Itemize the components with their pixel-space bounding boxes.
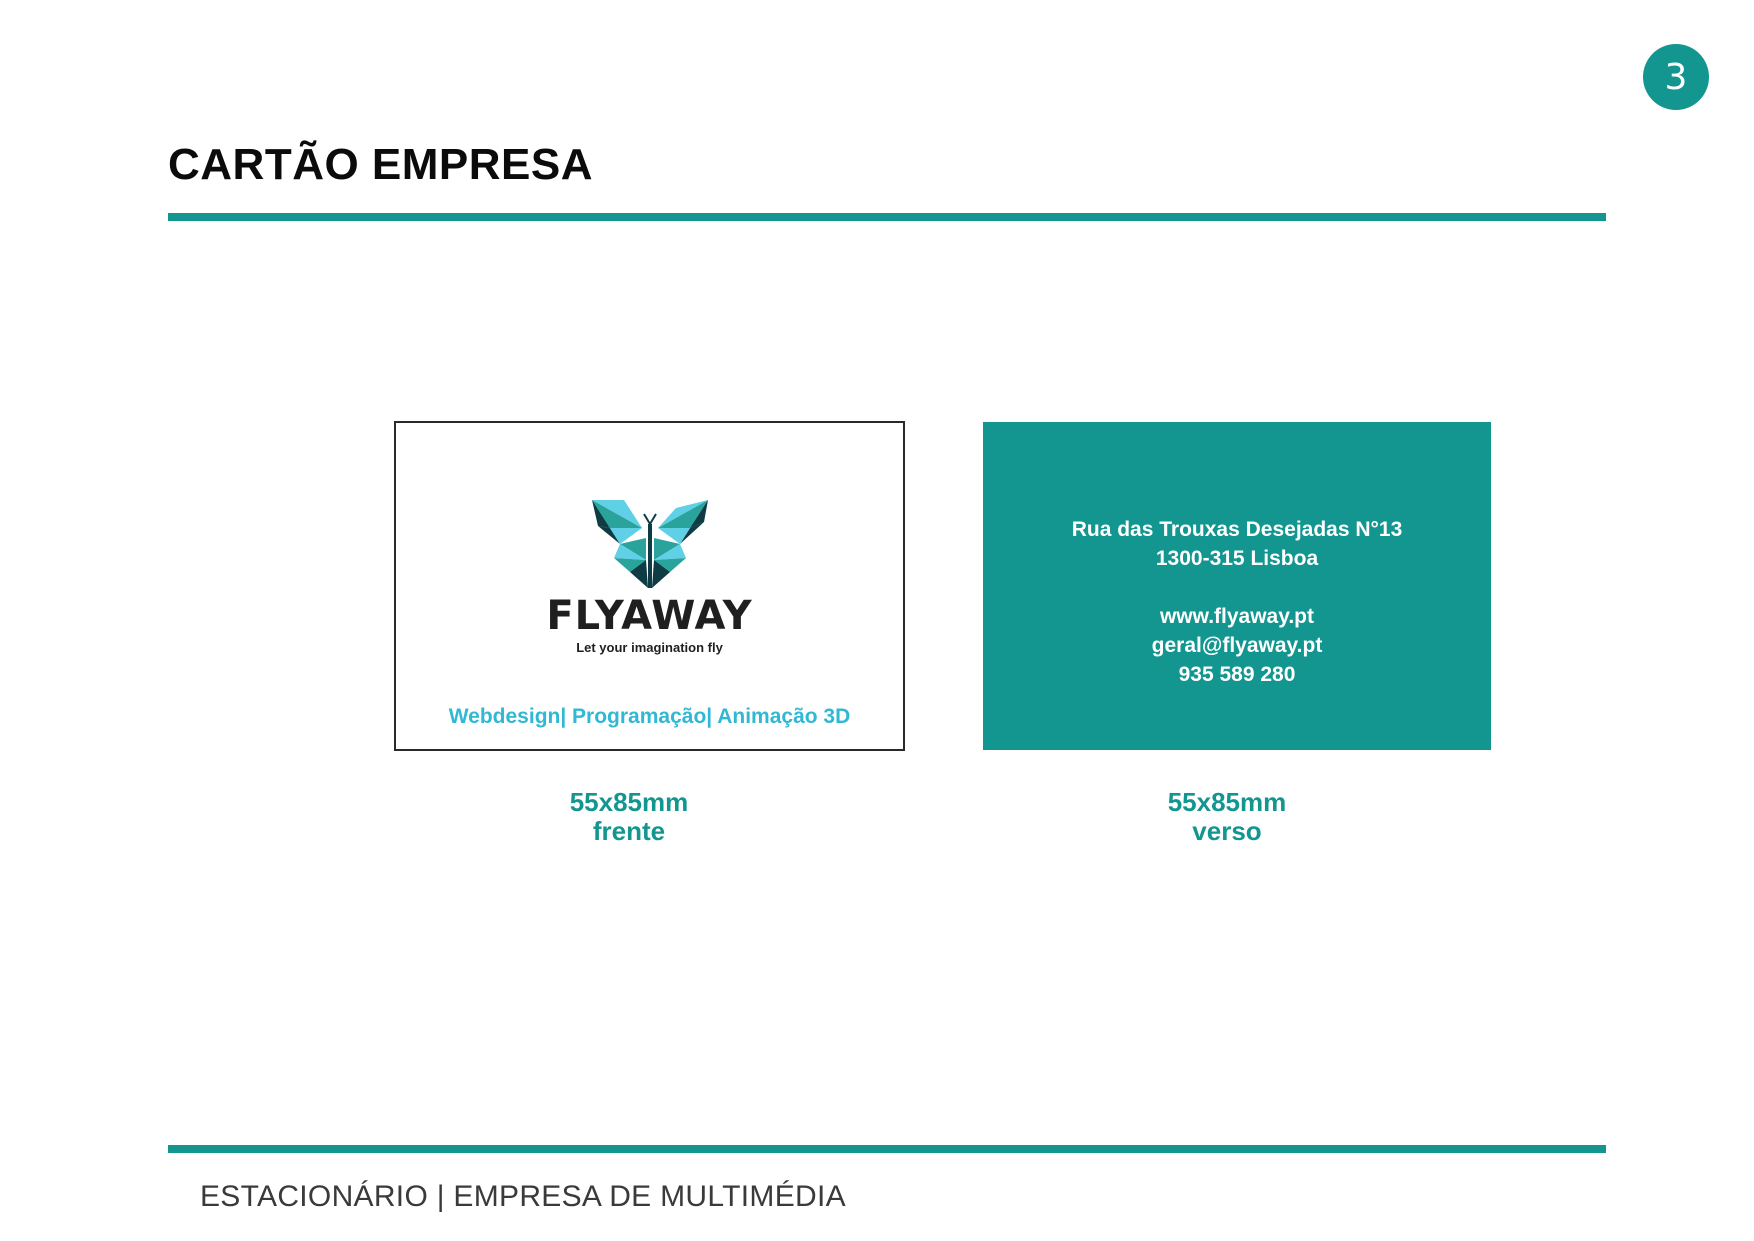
page-number-badge: 3 bbox=[1643, 44, 1709, 110]
footer-divider bbox=[168, 1145, 1606, 1153]
page-title: CARTÃO EMPRESA bbox=[168, 140, 594, 189]
brand-name: FLYAWAY bbox=[546, 593, 753, 639]
services-list: Webdesign| Programação| Animação 3D bbox=[448, 705, 851, 728]
footer-text: ESTACIONÁRIO | EMPRESA DE MULTIMÉDIA bbox=[200, 1180, 846, 1213]
brand-tagline: Let your imagination fly bbox=[576, 640, 723, 655]
front-size-label: 55x85mm bbox=[569, 787, 689, 817]
front-side-label: frente bbox=[592, 816, 666, 846]
contact-info: Rua das Trouxas Desejadas N°13 1300-315 … bbox=[983, 515, 1491, 689]
butterfly-logo-icon bbox=[591, 500, 708, 588]
website: www.flyaway.pt bbox=[1159, 605, 1315, 628]
email: geral@flyaway.pt bbox=[1151, 634, 1323, 657]
phone: 935 589 280 bbox=[1178, 663, 1296, 686]
back-side-label: verso bbox=[1192, 816, 1262, 846]
business-card-back: Rua das Trouxas Desejadas N°13 1300-315 … bbox=[983, 422, 1491, 750]
header-divider bbox=[168, 213, 1606, 221]
address-line-1: Rua das Trouxas Desejadas N°13 bbox=[1071, 518, 1403, 541]
front-caption: 55x85mm frente bbox=[529, 788, 729, 846]
business-card-front: FLYAWAY Let your imagination fly Webdesi… bbox=[394, 421, 905, 751]
address-line-2: 1300-315 Lisboa bbox=[1155, 547, 1319, 570]
brand-logo: FLYAWAY Let your imagination fly bbox=[396, 498, 903, 655]
back-caption: 55x85mm verso bbox=[1127, 788, 1327, 846]
back-size-label: 55x85mm bbox=[1167, 787, 1287, 817]
